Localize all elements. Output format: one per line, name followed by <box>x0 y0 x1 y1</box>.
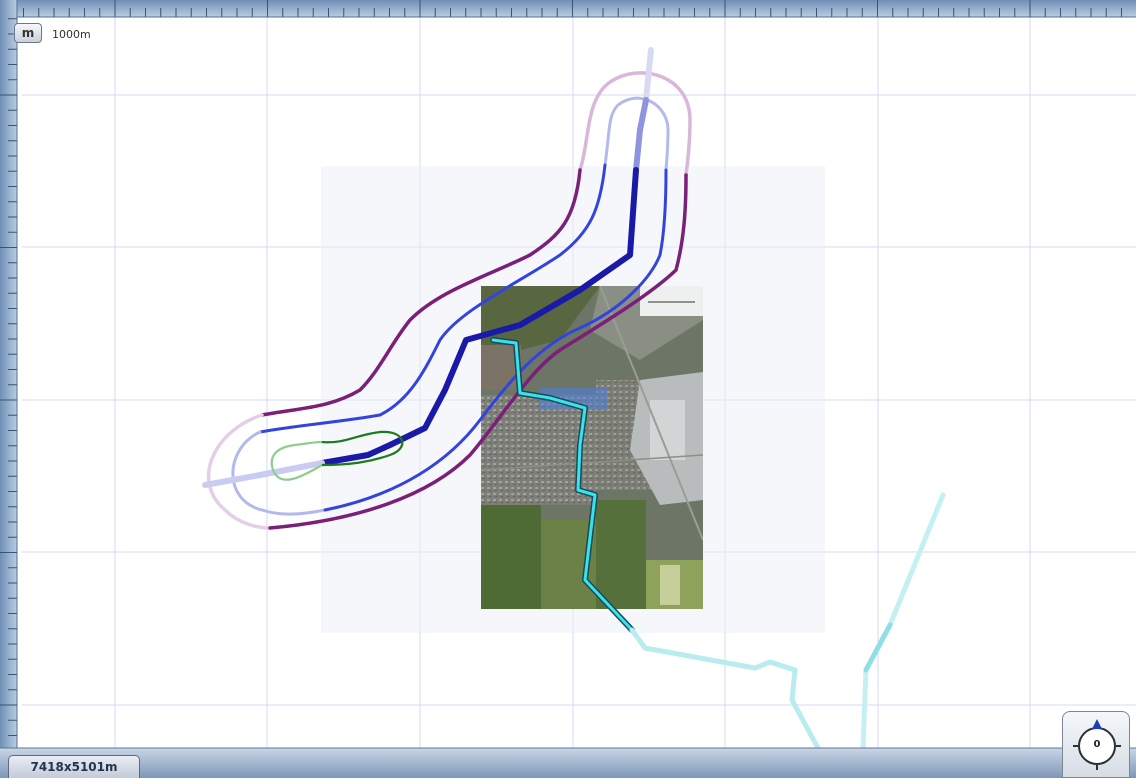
unit-button[interactable]: m <box>14 23 42 43</box>
bottom-bar <box>0 748 1136 778</box>
scale-label: 1000m <box>52 28 91 41</box>
compass-heading: 0 <box>1093 739 1101 750</box>
north-arrow-icon <box>1092 719 1102 729</box>
compass-button[interactable]: 0 <box>1062 711 1130 778</box>
top-ruler <box>0 0 1136 18</box>
left-ruler <box>0 0 18 750</box>
map-canvas[interactable] <box>0 0 1136 778</box>
aerial-photo <box>481 286 703 609</box>
map-dimensions: 7418x5101m <box>8 755 140 778</box>
